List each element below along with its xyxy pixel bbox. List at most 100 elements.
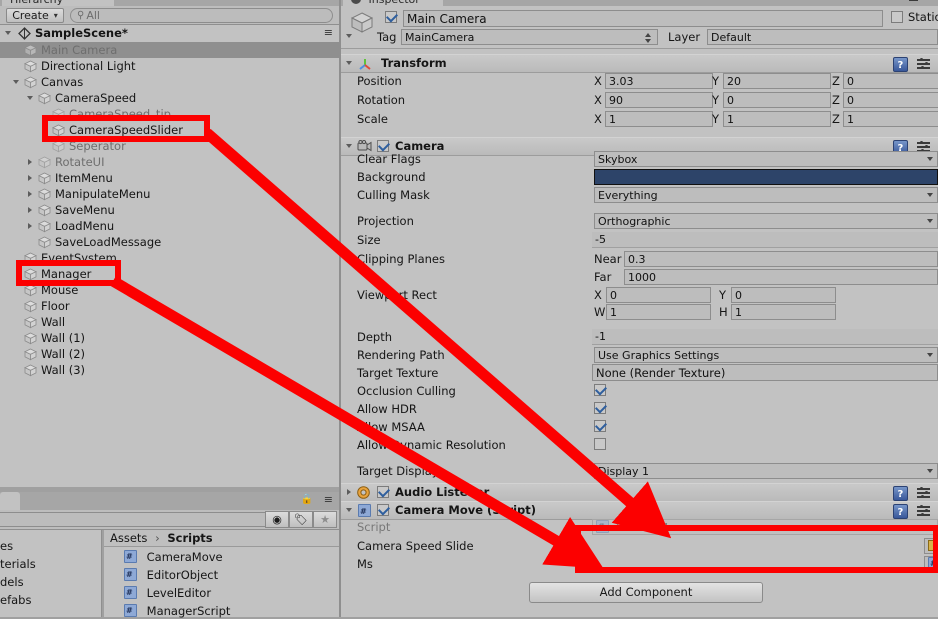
help-icon[interactable] xyxy=(893,486,908,503)
inspector-lock-icon[interactable] xyxy=(909,0,918,1)
transform-scale-x-field[interactable]: 1 xyxy=(605,111,713,127)
hierarchy-item-mouse[interactable]: Mouse xyxy=(0,282,339,298)
project-folder-item[interactable]: terials xyxy=(0,556,36,572)
transform-position-y-field[interactable]: 20 xyxy=(723,73,831,89)
hierarchy-item-saveloadmessage[interactable]: SaveLoadMessage xyxy=(0,234,339,250)
camera-move-enabled-checkbox[interactable] xyxy=(377,504,389,516)
hierarchy-item-canvas[interactable]: Canvas xyxy=(0,74,339,90)
gameobject-fold-arrow-icon[interactable] xyxy=(345,28,355,44)
add-component-button[interactable]: Add Component xyxy=(529,582,763,603)
static-checkbox[interactable] xyxy=(891,11,903,23)
project-search-input[interactable] xyxy=(0,512,275,527)
target-display-dropdown[interactable]: Display 1 xyxy=(594,463,938,479)
project-splitter[interactable] xyxy=(101,530,102,617)
gear-icon[interactable] xyxy=(917,486,930,499)
project-folder-item[interactable]: es xyxy=(0,538,13,554)
component-header-camera-move[interactable]: Camera Move (Script) xyxy=(341,501,938,521)
hierarchy-tree[interactable]: SampleScene* Main Camera Directional Lig… xyxy=(0,25,339,480)
hierarchy-item-floor[interactable]: Floor xyxy=(0,298,339,314)
near-field[interactable]: 0.3 xyxy=(624,251,938,267)
hierarchy-item-eventsystem[interactable]: EventSystem xyxy=(0,250,339,266)
main-splitter[interactable] xyxy=(339,0,341,617)
hierarchy-item-main-camera[interactable]: Main Camera xyxy=(0,42,339,58)
hierarchy-item-directional-light[interactable]: Directional Light xyxy=(0,58,339,74)
hierarchy-scene-row[interactable]: SampleScene* xyxy=(0,25,339,42)
fold-arrow-icon[interactable] xyxy=(26,218,36,234)
favorites-icon[interactable]: ★ xyxy=(313,511,337,528)
transform-position-z-field[interactable]: 0 xyxy=(843,73,938,89)
culling-mask-dropdown[interactable]: Everything xyxy=(594,187,938,203)
scene-fold-arrow-icon[interactable] xyxy=(4,25,14,41)
inspector-options-icon[interactable]: ≡ xyxy=(924,0,933,2)
target-texture-field[interactable]: None (Render Texture) xyxy=(592,364,938,381)
ms-field[interactable]: Manager (ManagerScript) xyxy=(924,556,938,572)
hierarchy-item-loadmenu[interactable]: LoadMenu xyxy=(0,218,339,234)
hierarchy-item-cameraspeedslider[interactable]: CameraSpeedSlider xyxy=(0,122,339,138)
fold-arrow-icon[interactable] xyxy=(26,170,36,186)
camera-enabled-checkbox[interactable] xyxy=(377,140,389,152)
hierarchy-item-wall-3[interactable]: Wall (3) xyxy=(0,362,339,378)
background-color-swatch[interactable] xyxy=(594,169,938,185)
audio-listener-fold-arrow-icon[interactable] xyxy=(345,484,355,500)
filter-by-type-icon[interactable]: ◉ xyxy=(265,511,289,528)
breadcrumb[interactable]: Assets › Scripts xyxy=(104,530,339,547)
fold-arrow-icon[interactable] xyxy=(40,122,50,138)
create-button[interactable]: Create ▾ xyxy=(6,8,64,23)
depth-field[interactable]: -1 xyxy=(592,329,938,345)
hierarchy-item-savemenu[interactable]: SaveMenu xyxy=(0,202,339,218)
gameobject-name-field[interactable]: Main Camera xyxy=(403,10,883,27)
layer-dropdown[interactable]: Default xyxy=(707,29,938,45)
fold-arrow-icon[interactable] xyxy=(26,90,36,106)
project-file-item[interactable]: CameraMove xyxy=(124,549,223,565)
camera-fold-arrow-icon[interactable] xyxy=(345,138,355,154)
transform-fold-arrow-icon[interactable] xyxy=(345,55,355,71)
viewport-w-field[interactable]: 1 xyxy=(606,304,711,320)
hierarchy-item-rotateui[interactable]: RotateUI xyxy=(0,154,339,170)
fold-arrow-icon[interactable] xyxy=(26,154,36,170)
transform-scale-z-field[interactable]: 1 xyxy=(843,111,938,127)
filter-by-label-icon[interactable]: 🏷 xyxy=(289,511,313,528)
fold-arrow-icon[interactable] xyxy=(26,186,36,202)
project-folder-item[interactable]: dels xyxy=(0,574,24,590)
hierarchy-item-wall-2[interactable]: Wall (2) xyxy=(0,346,339,362)
viewport-h-field[interactable]: 1 xyxy=(731,304,836,320)
viewport-x-field[interactable]: 0 xyxy=(606,287,711,303)
hierarchy-search-input[interactable]: ⚲ All xyxy=(70,8,333,23)
help-icon[interactable] xyxy=(893,57,908,74)
tag-dropdown[interactable]: MainCamera xyxy=(401,29,658,45)
audio-listener-enabled-checkbox[interactable] xyxy=(377,486,389,498)
project-options-icon[interactable]: ≡ xyxy=(324,493,333,506)
project-folder-item[interactable]: efabs xyxy=(0,592,31,608)
hierarchy-item-seperator[interactable]: Seperator xyxy=(0,138,339,154)
transform-rotation-y-field[interactable]: 0 xyxy=(723,92,831,108)
camera-move-fold-arrow-icon[interactable] xyxy=(345,502,355,518)
component-header-transform[interactable]: Transform xyxy=(341,54,938,74)
tab-project[interactable] xyxy=(0,492,20,510)
rendering-path-dropdown[interactable]: Use Graphics Settings xyxy=(594,347,938,363)
viewport-y-field[interactable]: 0 xyxy=(731,287,836,303)
hierarchy-item-wall[interactable]: Wall xyxy=(0,314,339,330)
project-folder-tree[interactable]: es terials dels efabs xyxy=(0,530,101,617)
transform-scale-y-field[interactable]: 1 xyxy=(723,111,831,127)
transform-position-x-field[interactable]: 3.03 xyxy=(605,73,713,89)
gear-icon[interactable] xyxy=(917,57,930,70)
hierarchy-item-manipulatemenu[interactable]: ManipulateMenu xyxy=(0,186,339,202)
project-file-list[interactable]: Assets › Scripts CameraMove EditorObject… xyxy=(104,530,339,619)
breadcrumb-assets[interactable]: Assets xyxy=(110,531,147,545)
allow-msaa-checkbox[interactable] xyxy=(594,420,606,432)
transform-rotation-z-field[interactable]: 0 xyxy=(843,92,938,108)
help-icon[interactable] xyxy=(893,504,908,521)
camera-speed-slide-field[interactable]: CameraSpeedSlider (Slider) xyxy=(924,538,938,554)
projection-dropdown[interactable]: Orthographic xyxy=(594,213,938,229)
hierarchy-item-cameraspeed[interactable]: CameraSpeed xyxy=(0,90,339,106)
project-file-item[interactable]: LevelEditor xyxy=(124,585,211,601)
gear-icon[interactable] xyxy=(917,504,930,517)
hierarchy-item-manager[interactable]: Manager xyxy=(0,266,339,282)
project-file-item[interactable]: EditorObject xyxy=(124,567,218,583)
hierarchy-item-cameraspeed-tip[interactable]: CameraSpeed_tip xyxy=(0,106,339,122)
fold-arrow-icon[interactable] xyxy=(12,74,22,90)
lock-icon[interactable]: 🔒 xyxy=(301,494,313,505)
far-field[interactable]: 1000 xyxy=(624,269,938,285)
hierarchy-item-wall-1[interactable]: Wall (1) xyxy=(0,330,339,346)
allow-hdr-checkbox[interactable] xyxy=(594,402,606,414)
